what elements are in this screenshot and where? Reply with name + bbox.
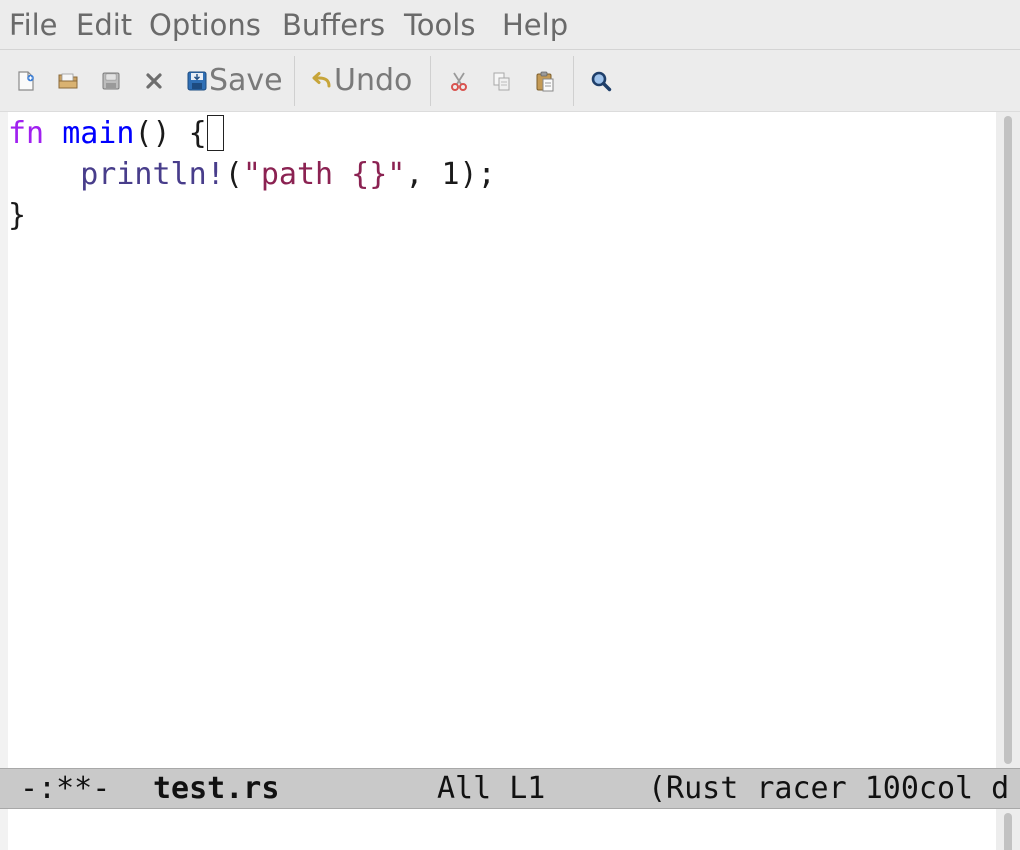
scissors-icon [451,72,467,91]
punctuation-token: () { [134,116,207,151]
modeline-modes[interactable]: (Rust racer 100col d [648,769,1009,808]
vertical-scrollbar[interactable] [996,112,1020,768]
save-label: Save [209,63,283,98]
open-file-button[interactable] [57,64,79,98]
menu-options[interactable]: Options [149,6,261,44]
toolbar-separator [573,56,574,106]
undo-icon [312,72,331,88]
new-file-button[interactable] [15,64,37,98]
menu-tools[interactable]: Tools [404,6,475,44]
menu-file[interactable]: File [9,6,58,44]
punctuation-token: ( [224,157,243,192]
save-icon [187,71,207,91]
text-cursor [206,114,224,151]
toolbar-separator [294,56,295,106]
minibuffer-scrollbar-thumb[interactable] [1004,813,1012,850]
paste-button[interactable] [534,64,556,98]
punctuation-token: } [8,198,27,233]
minibuffer-fringe [0,809,8,850]
modeline-buffer-name[interactable]: test.rs [153,769,279,808]
folder-icon [58,73,78,89]
cut-button[interactable] [448,64,470,98]
copy-icon [493,72,510,91]
close-icon [146,73,162,89]
minibuffer-scrollbar[interactable] [996,809,1020,850]
keyword-token: fn [8,116,45,151]
search-button[interactable] [590,64,612,98]
string-token: "path {}" [242,157,406,192]
save-file-button[interactable] [100,64,122,98]
copy-button[interactable] [491,64,513,98]
macro-token: println! [80,157,225,192]
search-icon [591,71,612,92]
indent-token [8,157,80,192]
code-line-1: fn main() { [8,113,224,154]
punctuation-token: , 1); [405,157,496,192]
save-button[interactable]: Save [186,64,283,98]
toolbar-separator [430,56,431,106]
minibuffer[interactable] [8,809,996,850]
code-line-3: } [8,195,26,236]
menu-bar: File Edit Options Buffers Tools Help [0,0,1020,50]
mode-line: -:**- test.rs All L1 (Rust racer 100col … [0,768,1020,809]
undo-label: Undo [334,63,413,98]
undo-button[interactable]: Undo [311,64,412,98]
emacs-window: File Edit Options Buffers Tools Help Sav… [0,0,1020,850]
scrollbar-thumb[interactable] [1004,116,1012,764]
function-name-token: main [62,116,135,151]
modeline-status: -:**- [20,771,111,806]
close-buffer-button[interactable] [143,64,165,98]
menu-buffers[interactable]: Buffers [282,6,385,44]
editor-buffer[interactable]: fn main() { println!("path {}", 1); } [8,112,996,768]
code-line-2: println!("path {}", 1); [8,154,496,195]
modeline-position: All L1 [437,771,546,806]
left-fringe [0,112,8,768]
clipboard-icon [536,71,554,92]
tool-bar: Save Undo [0,50,1020,112]
menu-edit[interactable]: Edit [76,6,132,44]
menu-help[interactable]: Help [502,6,568,44]
disk-icon [102,72,120,90]
new-file-icon [18,71,34,91]
